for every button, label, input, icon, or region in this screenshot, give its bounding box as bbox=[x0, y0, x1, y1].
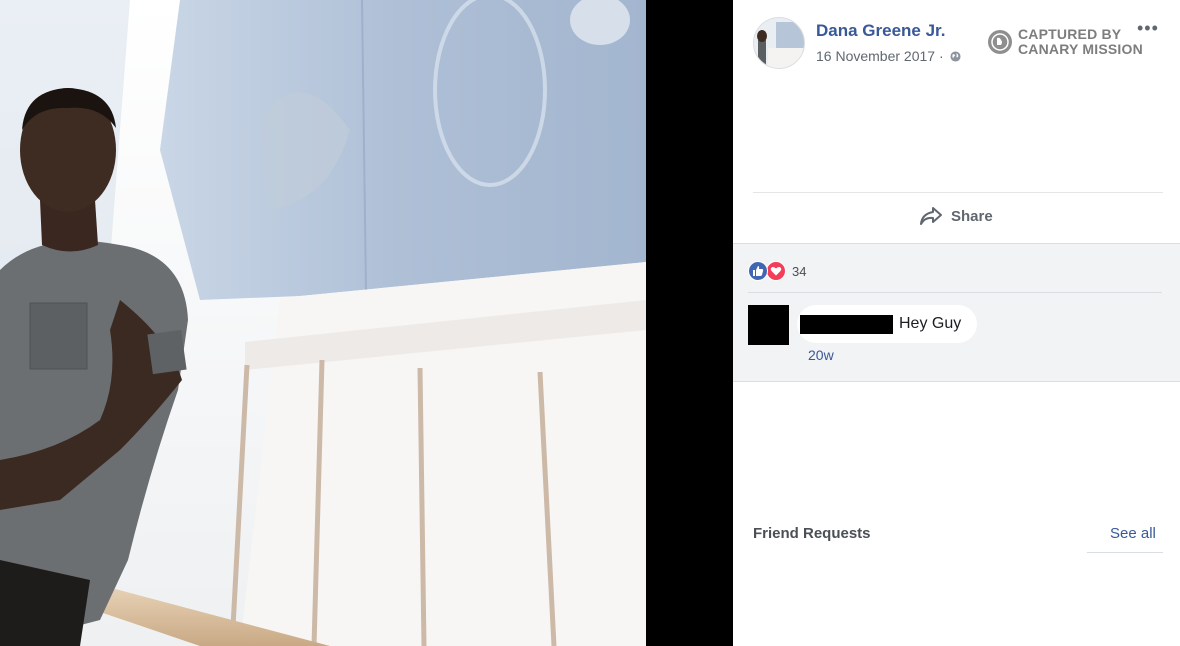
commenter-avatar-redacted[interactable] bbox=[748, 305, 789, 345]
post-photo[interactable] bbox=[0, 0, 646, 646]
reactions-summary[interactable]: 34 bbox=[748, 261, 806, 281]
share-arrow-icon bbox=[920, 207, 942, 225]
divider bbox=[753, 192, 1163, 193]
globe-icon[interactable] bbox=[949, 51, 961, 62]
share-label: Share bbox=[951, 207, 993, 225]
watermark-line-2: CANARY MISSION bbox=[1018, 41, 1143, 57]
comment-timestamp[interactable]: 20w bbox=[808, 347, 834, 363]
post-date[interactable]: 16 November 2017 · bbox=[816, 48, 961, 64]
divider bbox=[1087, 552, 1163, 553]
reaction-count[interactable]: 34 bbox=[792, 264, 806, 279]
post-date-text[interactable]: 16 November 2017 bbox=[816, 48, 935, 64]
post-sidebar: Dana Greene Jr. 16 November 2017 · CAPTU… bbox=[733, 0, 1180, 646]
love-reaction-icon bbox=[766, 261, 786, 281]
canary-logo-icon bbox=[988, 30, 1012, 54]
divider bbox=[748, 292, 1162, 293]
comments-section: 34 Hey Guy 20w bbox=[733, 243, 1180, 382]
post-author-name[interactable]: Dana Greene Jr. bbox=[816, 21, 945, 41]
comment-text: Hey Guy bbox=[899, 315, 962, 332]
share-button[interactable]: Share bbox=[919, 206, 993, 226]
date-separator: · bbox=[938, 48, 944, 64]
like-reaction-icon bbox=[748, 261, 768, 281]
ellipsis-icon[interactable]: ••• bbox=[1137, 18, 1159, 39]
image-viewer-gap bbox=[646, 0, 733, 646]
friend-requests-title: Friend Requests bbox=[753, 525, 871, 542]
watermark-line-1: CAPTURED BY bbox=[1018, 26, 1122, 42]
comment-bubble: Hey Guy bbox=[797, 305, 978, 343]
commenter-name-redacted bbox=[800, 314, 893, 334]
canary-mission-watermark: CAPTURED BY CANARY MISSION bbox=[988, 27, 1143, 57]
author-avatar[interactable] bbox=[753, 17, 805, 69]
avatar-image bbox=[754, 18, 804, 68]
photo-image bbox=[0, 0, 646, 646]
see-all-link[interactable]: See all bbox=[1110, 525, 1156, 542]
